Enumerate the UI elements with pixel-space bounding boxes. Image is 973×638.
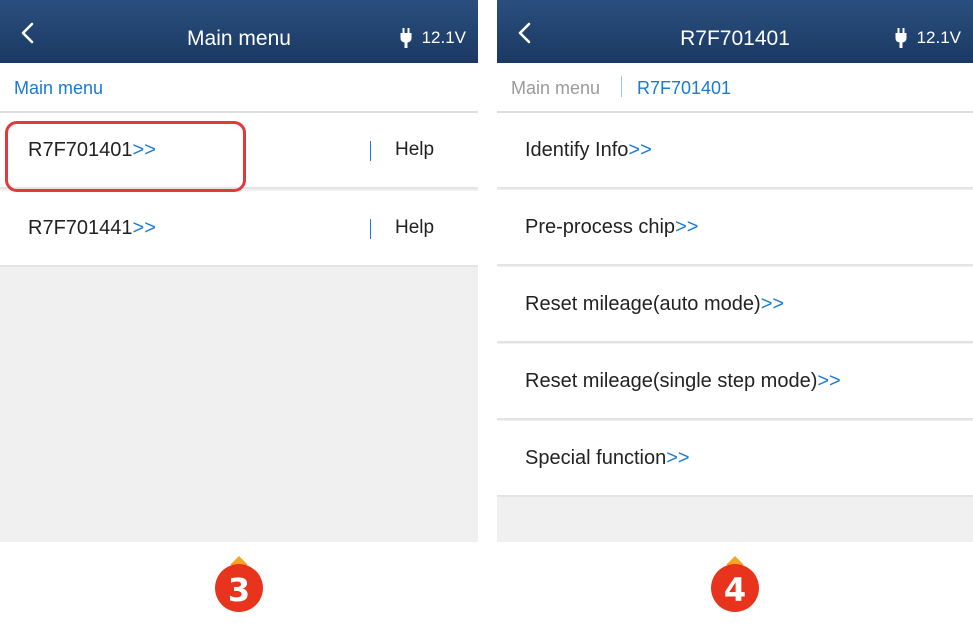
chevron-double-right-icon: >>: [132, 217, 156, 239]
list-item-label: Reset mileage(single step mode): [525, 370, 818, 392]
battery-status: 12.1V: [895, 27, 961, 49]
help-link[interactable]: Help: [395, 139, 434, 161]
selection-highlight: [5, 121, 246, 192]
right-screen: R7F701401 12.1V Main menu R7F701401 Iden…: [497, 0, 973, 542]
chevron-double-right-icon: >>: [628, 139, 652, 161]
voltage-reading: 12.1V: [916, 28, 961, 47]
left-screen: Main menu 12.1V Main menu R7F701401>> He…: [0, 0, 478, 542]
list-item-label: Reset mileage(auto mode): [525, 293, 761, 315]
list-item-special-function[interactable]: Special function>>: [497, 421, 973, 497]
voltage-reading: 12.1V: [421, 28, 466, 47]
step-4-badge: 4: [709, 555, 761, 615]
breadcrumb: Main menu: [0, 63, 478, 113]
step-number: 4: [723, 571, 747, 609]
list-item-identify-info[interactable]: Identify Info>>: [497, 113, 973, 189]
step-3-badge: 3: [213, 555, 265, 615]
plug-icon: [400, 28, 412, 48]
breadcrumb-main-menu[interactable]: Main menu: [511, 77, 600, 99]
list-item-pre-process-chip[interactable]: Pre-process chip>>: [497, 190, 973, 266]
divider: [370, 219, 371, 239]
list-item-label: R7F701441: [28, 217, 133, 239]
battery-status: 12.1V: [400, 27, 466, 49]
plug-icon: [895, 28, 907, 48]
header-bar: R7F701401 12.1V: [497, 0, 973, 63]
list-item-label: Pre-process chip: [525, 216, 676, 238]
list-item-label: Identify Info: [525, 139, 629, 161]
list-item-reset-mileage-auto[interactable]: Reset mileage(auto mode)>>: [497, 267, 973, 343]
breadcrumb-separator: [621, 76, 622, 97]
chevron-double-right-icon: >>: [760, 293, 785, 315]
list-item-label: Special function: [525, 447, 667, 469]
breadcrumb-main-menu[interactable]: Main menu: [14, 77, 103, 99]
divider: [370, 141, 371, 161]
chevron-double-right-icon: >>: [817, 370, 841, 392]
chevron-double-right-icon: >>: [675, 216, 699, 238]
breadcrumb: Main menu R7F701401: [497, 63, 973, 113]
breadcrumb-current: R7F701401: [637, 78, 732, 98]
step-number: 3: [227, 571, 251, 609]
list-item-r7f701441[interactable]: R7F701441>> Help: [0, 191, 478, 267]
chevron-double-right-icon: >>: [666, 447, 690, 469]
help-link[interactable]: Help: [395, 217, 434, 239]
list-item-reset-mileage-single-step[interactable]: Reset mileage(single step mode)>>: [497, 344, 973, 420]
header-bar: Main menu 12.1V: [0, 0, 478, 63]
